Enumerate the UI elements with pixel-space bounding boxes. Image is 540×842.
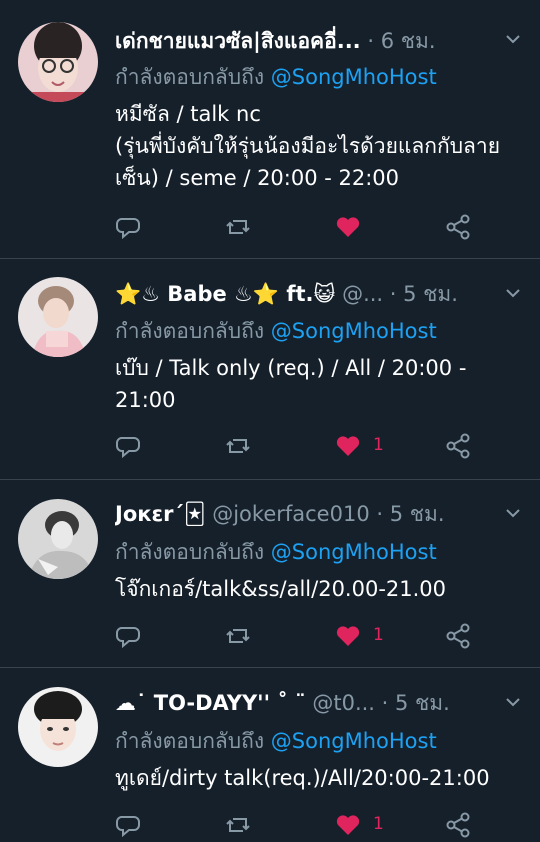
avatar[interactable]	[18, 499, 98, 579]
tweet[interactable]: เด่กชายแมวซัล|สิงแอคอี่... · 6 ชม. กำลัง…	[0, 0, 540, 258]
display-name[interactable]: ☁˙ TO-DAYY'' ˚ ¨	[115, 691, 306, 715]
tweet-actions: 1	[115, 623, 485, 653]
like-icon[interactable]	[335, 214, 361, 240]
timestamp[interactable]: · 5 ชม.	[382, 691, 450, 715]
reply-mention[interactable]: @SongMhoHost	[271, 65, 437, 89]
tweet-text: ทูเดย์/dirty talk(req.)/All/20:00-21:00	[115, 766, 490, 790]
share-icon[interactable]	[445, 623, 471, 649]
reply-context: กำลังตอบกลับถึง @SongMhoHost	[115, 726, 437, 756]
reply-prefix: กำลังตอบกลับถึง	[115, 729, 265, 753]
tweet-header: Joкεr´🃏 @jokerface010 · 5 ชม.	[115, 499, 500, 529]
share-icon[interactable]	[445, 433, 471, 459]
tweet-actions: 1	[115, 433, 485, 463]
like-count: 1	[373, 435, 384, 455]
reply-context: กำลังตอบกลับถึง @SongMhoHost	[115, 62, 437, 92]
avatar[interactable]	[18, 22, 98, 102]
tweet-actions	[115, 214, 485, 244]
tweet-text: โจ๊กเกอร์/talk&ss/all/20.00-21.00	[115, 577, 447, 601]
tweet-text: เบ๊บ / Talk only (req.) / All / 20:00 - …	[115, 356, 467, 412]
tweet-text: หมีซัล / talk nc (รุ่นพี่บังคับให้รุ่นน้…	[115, 102, 501, 190]
tweet-feed: เด่กชายแมวซัล|สิงแอคอี่... · 6 ชม. กำลัง…	[0, 0, 540, 842]
reply-icon[interactable]	[115, 433, 141, 459]
reply-mention[interactable]: @SongMhoHost	[271, 319, 437, 343]
retweet-icon[interactable]	[225, 623, 251, 649]
tweet[interactable]: ☁˙ TO-DAYY'' ˚ ¨ @t0... · 5 ชม. กำลังตอบ…	[0, 668, 540, 842]
like-icon[interactable]	[335, 433, 361, 459]
reply-mention[interactable]: @SongMhoHost	[271, 540, 437, 564]
tweet-actions: 1	[115, 812, 485, 842]
tweet-header: ☁˙ TO-DAYY'' ˚ ¨ @t0... · 5 ชม.	[115, 688, 500, 718]
reply-icon[interactable]	[115, 214, 141, 240]
reply-prefix: กำลังตอบกลับถึง	[115, 319, 265, 343]
display-name[interactable]: Joкεr´🃏	[115, 502, 206, 526]
like-count: 1	[373, 625, 384, 645]
chevron-down-icon[interactable]	[504, 30, 522, 48]
tweet-header: เด่กชายแมวซัล|สิงแอคอี่... · 6 ชม.	[115, 26, 500, 56]
timestamp[interactable]: · 6 ชม.	[367, 29, 435, 53]
reply-icon[interactable]	[115, 623, 141, 649]
like-count: 1	[373, 814, 384, 834]
retweet-icon[interactable]	[225, 812, 251, 838]
retweet-icon[interactable]	[225, 433, 251, 459]
reply-mention[interactable]: @SongMhoHost	[271, 729, 437, 753]
timestamp[interactable]: · 5 ชม.	[390, 282, 458, 306]
tweet-header: ⭐♨ Babe ♨⭐ ft.😺 @... · 5 ชม.	[115, 279, 500, 309]
like-icon[interactable]	[335, 812, 361, 838]
avatar[interactable]	[18, 687, 98, 767]
chevron-down-icon[interactable]	[504, 504, 522, 522]
user-handle[interactable]: @jokerface010	[212, 502, 369, 526]
tweet[interactable]: Joкεr´🃏 @jokerface010 · 5 ชม. กำลังตอบกล…	[0, 480, 540, 667]
retweet-icon[interactable]	[225, 214, 251, 240]
reply-context: กำลังตอบกลับถึง @SongMhoHost	[115, 537, 437, 567]
chevron-down-icon[interactable]	[504, 693, 522, 711]
reply-prefix: กำลังตอบกลับถึง	[115, 540, 265, 564]
reply-prefix: กำลังตอบกลับถึง	[115, 65, 265, 89]
display-name[interactable]: ⭐♨ Babe ♨⭐ ft.😺	[115, 282, 335, 306]
reply-context: กำลังตอบกลับถึง @SongMhoHost	[115, 316, 437, 346]
user-handle[interactable]: @t0...	[312, 691, 375, 715]
like-icon[interactable]	[335, 623, 361, 649]
reply-icon[interactable]	[115, 812, 141, 838]
display-name[interactable]: เด่กชายแมวซัล|สิงแอคอี่...	[115, 29, 361, 53]
avatar[interactable]	[18, 277, 98, 357]
timestamp[interactable]: · 5 ชม.	[376, 502, 444, 526]
share-icon[interactable]	[445, 812, 471, 838]
share-icon[interactable]	[445, 214, 471, 240]
tweet[interactable]: ⭐♨ Babe ♨⭐ ft.😺 @... · 5 ชม. กำลังตอบกลั…	[0, 259, 540, 479]
user-handle[interactable]: @...	[342, 282, 383, 306]
chevron-down-icon[interactable]	[504, 284, 522, 302]
